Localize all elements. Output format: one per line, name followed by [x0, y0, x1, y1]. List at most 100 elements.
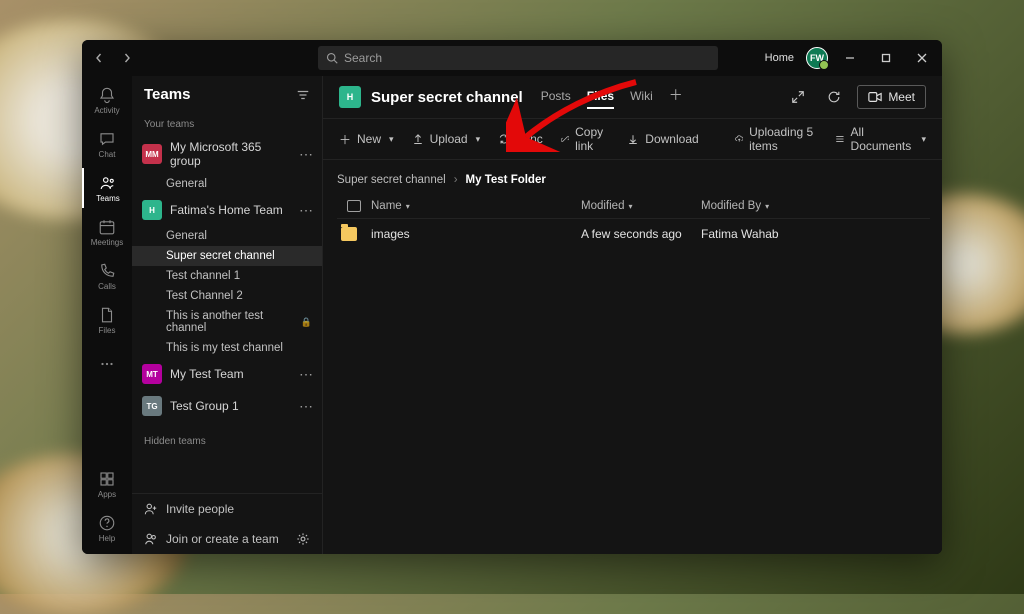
team-badge: TG [142, 396, 162, 416]
team-name: My Microsoft 365 group [170, 140, 291, 168]
team-badge: MT [142, 364, 162, 384]
rail-help[interactable]: Help [82, 508, 132, 548]
team-row[interactable]: TG Test Group 1 ⋯ [132, 390, 322, 422]
uploading-status[interactable]: Uploading 5 items [735, 125, 817, 153]
channel-item-active[interactable]: Super secret channel [132, 246, 322, 266]
content-pane: H Super secret channel Posts Files Wiki … [322, 76, 942, 554]
cloud-upload-icon [735, 133, 743, 145]
team-row[interactable]: MT My Test Team ⋯ [132, 358, 322, 390]
tab-posts[interactable]: Posts [541, 85, 571, 109]
gear-icon[interactable] [296, 532, 310, 546]
folder-type-icon [347, 200, 361, 212]
tab-files[interactable]: Files [587, 85, 614, 109]
invite-icon [144, 502, 158, 516]
new-button[interactable]: ＋ New▾ [339, 131, 394, 148]
upload-button[interactable]: Upload▾ [412, 132, 481, 146]
link-icon [561, 133, 569, 145]
folder-icon [341, 227, 357, 241]
your-teams-label: Your teams [132, 113, 322, 134]
join-create-icon [144, 532, 158, 546]
rail-chat[interactable]: Chat [82, 124, 132, 164]
rail-more[interactable] [82, 344, 132, 384]
channel-item[interactable]: Test channel 1 [132, 266, 322, 286]
teams-pane-title: Teams [144, 86, 190, 103]
cell-modifiedby: Fatima Wahab [701, 227, 930, 241]
breadcrumb: Super secret channel › My Test Folder [337, 174, 930, 186]
team-badge: H [142, 200, 162, 220]
download-icon [627, 133, 639, 145]
invite-people-button[interactable]: Invite people [132, 494, 322, 524]
refresh-button[interactable] [821, 84, 847, 110]
chevron-down-icon: ▾ [389, 134, 394, 145]
copy-link-button[interactable]: Copy link [561, 125, 609, 153]
files-area: Super secret channel › My Test Folder Na… [323, 160, 942, 554]
maximize-button[interactable] [872, 46, 900, 70]
table-header: Name▾ Modified▾ Modified By▾ [337, 186, 930, 219]
team-more-button[interactable]: ⋯ [299, 399, 314, 413]
channel-item[interactable]: This is my test channel [132, 338, 322, 358]
channel-item[interactable]: Test Channel 2 [132, 286, 322, 306]
breadcrumb-sep: › [454, 174, 458, 186]
cell-name: images [371, 227, 581, 241]
expand-button[interactable] [785, 84, 811, 110]
col-name-header[interactable]: Name▾ [371, 200, 581, 212]
channel-badge: H [339, 86, 361, 108]
team-more-button[interactable]: ⋯ [299, 147, 314, 161]
close-button[interactable] [908, 46, 936, 70]
rail-meetings[interactable]: Meetings [82, 212, 132, 252]
list-icon [835, 133, 845, 145]
col-modified-header[interactable]: Modified▾ [581, 200, 701, 212]
download-button[interactable]: Download [627, 132, 698, 146]
breadcrumb-current: My Test Folder [466, 174, 546, 186]
rail-activity[interactable]: Activity [82, 80, 132, 120]
rail-apps[interactable]: Apps [82, 464, 132, 504]
breadcrumb-root[interactable]: Super secret channel [337, 174, 446, 186]
filter-button[interactable] [296, 88, 310, 102]
back-button[interactable] [88, 47, 110, 69]
sync-icon [498, 133, 510, 145]
table-row[interactable]: images A few seconds ago Fatima Wahab [337, 219, 930, 249]
app-rail: Activity Chat Teams Meetings Calls Files… [82, 76, 132, 554]
search-input[interactable]: Search [318, 46, 718, 70]
chevron-down-icon: ▾ [765, 202, 769, 211]
team-row[interactable]: H Fatima's Home Team ⋯ [132, 194, 322, 226]
sync-button[interactable]: Sync [498, 132, 543, 146]
meet-button[interactable]: Meet [857, 85, 926, 109]
video-icon [868, 91, 882, 103]
chevron-down-icon: ▾ [921, 134, 926, 145]
cell-modified: A few seconds ago [581, 227, 701, 241]
teams-app-window: Search Home FW Activity Chat Teams Meeti… [82, 40, 942, 554]
rail-files[interactable]: Files [82, 300, 132, 340]
team-row[interactable]: MM My Microsoft 365 group ⋯ [132, 134, 322, 174]
chevron-down-icon: ▾ [476, 134, 481, 145]
view-selector[interactable]: All Documents▾ [835, 125, 926, 153]
team-more-button[interactable]: ⋯ [299, 367, 314, 381]
add-tab-button[interactable]: ＋ [669, 85, 683, 109]
team-name: Fatima's Home Team [170, 203, 291, 217]
rail-teams[interactable]: Teams [82, 168, 132, 208]
files-toolbar: ＋ New▾ Upload▾ Sync Copy link Download U… [323, 118, 942, 160]
hidden-teams-label[interactable]: Hidden teams [132, 430, 322, 451]
team-name: My Test Team [170, 367, 291, 381]
team-more-button[interactable]: ⋯ [299, 203, 314, 217]
channel-item[interactable]: General [132, 226, 322, 246]
col-modifiedby-header[interactable]: Modified By▾ [701, 200, 930, 212]
channel-item[interactable]: This is another test channel🔒 [132, 306, 322, 338]
chevron-down-icon: ▾ [406, 202, 410, 211]
join-create-team-button[interactable]: Join or create a team [132, 524, 322, 554]
channel-item[interactable]: General [132, 174, 322, 194]
titlebar: Search Home FW [82, 40, 942, 76]
avatar[interactable]: FW [806, 47, 828, 69]
minimize-button[interactable] [836, 46, 864, 70]
lock-icon: 🔒 [301, 317, 312, 328]
search-icon [326, 52, 338, 64]
channel-header: H Super secret channel Posts Files Wiki … [323, 76, 942, 118]
team-name: Test Group 1 [170, 399, 291, 413]
org-label[interactable]: Home [765, 52, 794, 64]
team-badge: MM [142, 144, 162, 164]
forward-button[interactable] [116, 47, 138, 69]
rail-calls[interactable]: Calls [82, 256, 132, 296]
upload-icon [412, 133, 424, 145]
tab-wiki[interactable]: Wiki [630, 85, 653, 109]
teams-list-pane: Teams Your teams MM My Microsoft 365 gro… [132, 76, 322, 554]
